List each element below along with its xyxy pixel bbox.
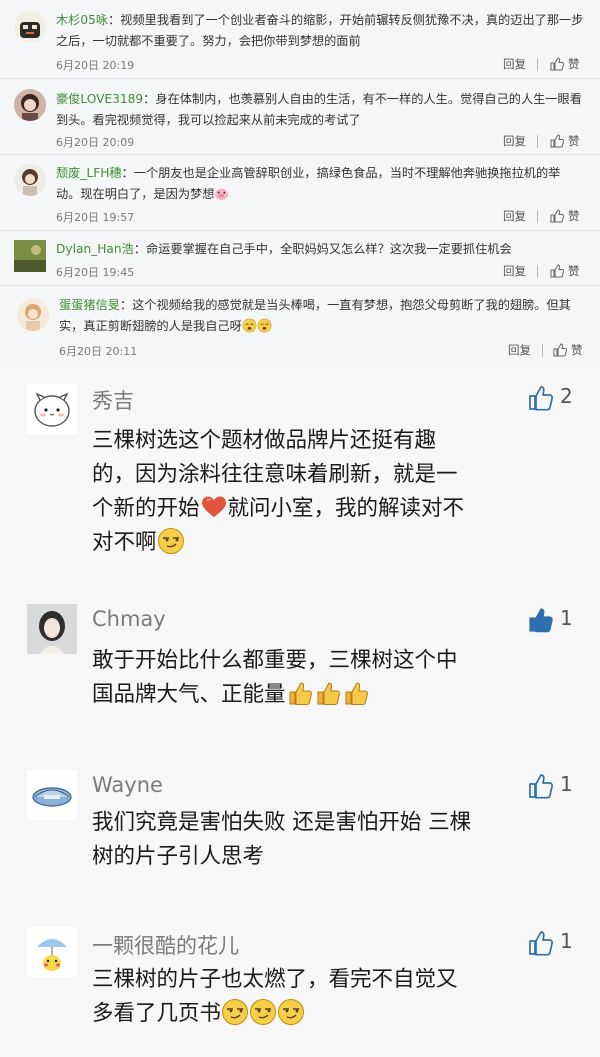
user-avatar[interactable]: [14, 240, 46, 272]
like-count: 1: [560, 929, 573, 953]
reply-button[interactable]: 回复: [508, 342, 531, 358]
heart-emoji-icon: [201, 496, 226, 517]
like-icon[interactable]: [550, 264, 564, 278]
action-divider: [542, 344, 543, 357]
comment-text: 敢于开始比什么都重要，三棵树这个中 国品牌大气、正能量: [92, 648, 458, 707]
weibo-comment: 豪俊LOVE3189：身在体制内，也羡慕别人自由的生活，有不一样的人生。觉得自己…: [0, 79, 600, 155]
reply-button[interactable]: 回复: [503, 133, 526, 149]
user-avatar[interactable]: [27, 384, 77, 434]
like-label[interactable]: 赞: [568, 56, 580, 72]
user-avatar[interactable]: [14, 164, 46, 196]
pig-emoji-icon: [215, 188, 229, 201]
comment-text: 身在体制内，也羡慕别人自由的生活，有不一样的人生。觉得自己的人生一眼看: [155, 92, 582, 106]
like-button[interactable]: 1: [527, 606, 573, 634]
like-label[interactable]: 赞: [568, 208, 580, 224]
comment-text: 这个视频给我的感觉就是当头棒喝，一直有梦想，抱怨父母剪断了我的翅膀。但其: [132, 298, 571, 312]
like-button[interactable]: 2: [527, 384, 573, 412]
action-divider: [537, 265, 538, 278]
thumbs-up-emoji-icon: [289, 682, 312, 705]
comment-timestamp: 6月20日 19:57: [56, 211, 135, 224]
comment-text-line2: 动。现在明白了，是因为梦想: [56, 187, 215, 201]
thumbs-up-filled-icon[interactable]: [527, 606, 555, 634]
user-avatar[interactable]: [14, 11, 46, 43]
like-count: 1: [560, 606, 573, 630]
like-label[interactable]: 赞: [571, 342, 583, 358]
wechat-comment: 秀吉 2 三棵树选这个题材做品牌片还挺有趣 的，因为涂料往往意味着刷新，就是一 …: [0, 382, 600, 582]
smirk-emoji-icon: [278, 999, 305, 1025]
reply-button[interactable]: 回复: [503, 263, 526, 279]
wechat-comment-section: 秀吉 2 三棵树选这个题材做品牌片还挺有趣 的，因为涂料往往意味着刷新，就是一 …: [0, 364, 600, 1057]
commenter-name[interactable]: Wayne: [92, 773, 163, 797]
smirk-emoji-icon: [157, 528, 184, 554]
weibo-comment: 木杉05咏：视频里我看到了一个创业者奋斗的缩影，开始前辗转反侧犹豫不决，真的迈出…: [0, 0, 600, 79]
like-icon[interactable]: [550, 57, 564, 71]
like-icon[interactable]: [550, 209, 564, 223]
wechat-comment: 一颗很酷的花儿 1 三棵树的片子也太燃了，看完不自觉又 多看了几页书: [0, 927, 600, 1047]
commenter-name[interactable]: Chmay: [92, 607, 166, 631]
comment-timestamp: 6月20日 20:11: [59, 345, 138, 358]
action-divider: [537, 135, 538, 148]
like-icon[interactable]: [553, 343, 567, 357]
comment-timestamp: 6月20日 20:19: [56, 59, 135, 72]
user-avatar[interactable]: [17, 299, 49, 331]
smirk-emoji-icon: [250, 999, 277, 1025]
username-link[interactable]: Dylan_Han浩: [56, 242, 134, 256]
like-button[interactable]: 1: [527, 929, 573, 957]
comment-timestamp: 6月20日 20:09: [56, 136, 135, 149]
thumbs-up-emoji-icon: [317, 682, 340, 705]
username-link[interactable]: 木杉05咏: [56, 13, 108, 27]
thumbs-up-icon[interactable]: [527, 384, 555, 412]
action-divider: [537, 58, 538, 71]
comment-text-line2: 之后，一切就都不重要了。努力，会把你带到梦想的面前: [56, 34, 361, 48]
comment-text: 我们究竟是害怕失败 还是害怕开始 三棵 树的片子引人思考: [92, 810, 472, 869]
thumbs-up-emoji-icon: [345, 682, 368, 705]
comment-timestamp: 6月20日 19:45: [56, 266, 135, 279]
comment-text: 视频里我看到了一个创业者奋斗的缩影，开始前辗转反侧犹豫不决，真的迈出了那一步: [120, 13, 584, 27]
action-divider: [537, 210, 538, 223]
wechat-comment: Chmay 1 敢于开始比什么都重要，三棵树这个中 国品牌大气、正能量: [0, 604, 600, 714]
username-link[interactable]: 颓废_LFH穗: [56, 166, 122, 180]
comment-text: 命运要掌握在自己手中，全职妈妈又怎么样？这次我一定要抓住机会: [146, 242, 512, 256]
wechat-comment: Wayne 1 我们究竟是害怕失败 还是害怕开始 三棵 树的片子引人思考: [0, 770, 600, 880]
weibo-comment: Dylan_Han浩：命运要掌握在自己手中，全职妈妈又怎么样？这次我一定要抓住机…: [0, 231, 600, 286]
comment-text: 三棵树的片子也太燃了，看完不自觉又 多看了几页书: [92, 967, 458, 1026]
like-count: 1: [560, 772, 573, 796]
comment-text: 三棵树选这个题材做品牌片还挺有趣 的，因为涂料往往意味着刷新，就是一 个新的开始…: [92, 428, 465, 555]
user-avatar[interactable]: [27, 604, 77, 654]
like-icon[interactable]: [550, 134, 564, 148]
weibo-comment-section: 木杉05咏：视频里我看到了一个创业者奋斗的缩影，开始前辗转反侧犹豫不决，真的迈出…: [0, 0, 600, 364]
commenter-name[interactable]: 秀吉: [92, 385, 134, 415]
crying-emoji-icon: [242, 318, 257, 333]
comment-text-line2: 到头。看完视频觉得，我可以捡起来从前未完成的考试了: [56, 113, 361, 127]
comment-text-line2: 实，真正剪断翅膀的人是我自己呀: [59, 319, 242, 333]
user-avatar[interactable]: [14, 89, 46, 121]
weibo-comment: 颓废_LFH穗：一个朋友也是企业高管辞职创业，搞绿色食品，当时不理解他奔驰换拖拉…: [0, 155, 600, 231]
comment-text: 一个朋友也是企业高管辞职创业，搞绿色食品，当时不理解他奔驰换拖拉机的举: [133, 166, 561, 180]
weibo-comment: 蛋蛋猪信旻：这个视频给我的感觉就是当头棒喝，一直有梦想，抱怨父母剪断了我的翅膀。…: [0, 286, 600, 364]
reply-button[interactable]: 回复: [503, 56, 526, 72]
thumbs-up-icon[interactable]: [527, 929, 555, 957]
like-count: 2: [560, 384, 573, 408]
like-label[interactable]: 赞: [568, 263, 580, 279]
crying-emoji-icon: [257, 318, 272, 333]
thumbs-up-icon[interactable]: [527, 772, 555, 800]
user-avatar[interactable]: [27, 927, 77, 977]
username-link[interactable]: 蛋蛋猪信旻: [59, 298, 120, 312]
username-link[interactable]: 豪俊LOVE3189: [56, 92, 143, 106]
smirk-emoji-icon: [222, 999, 249, 1025]
commenter-name[interactable]: 一颗很酷的花儿: [92, 930, 239, 960]
like-label[interactable]: 赞: [568, 133, 580, 149]
like-button[interactable]: 1: [527, 772, 573, 800]
reply-button[interactable]: 回复: [503, 208, 526, 224]
user-avatar[interactable]: [27, 770, 77, 820]
